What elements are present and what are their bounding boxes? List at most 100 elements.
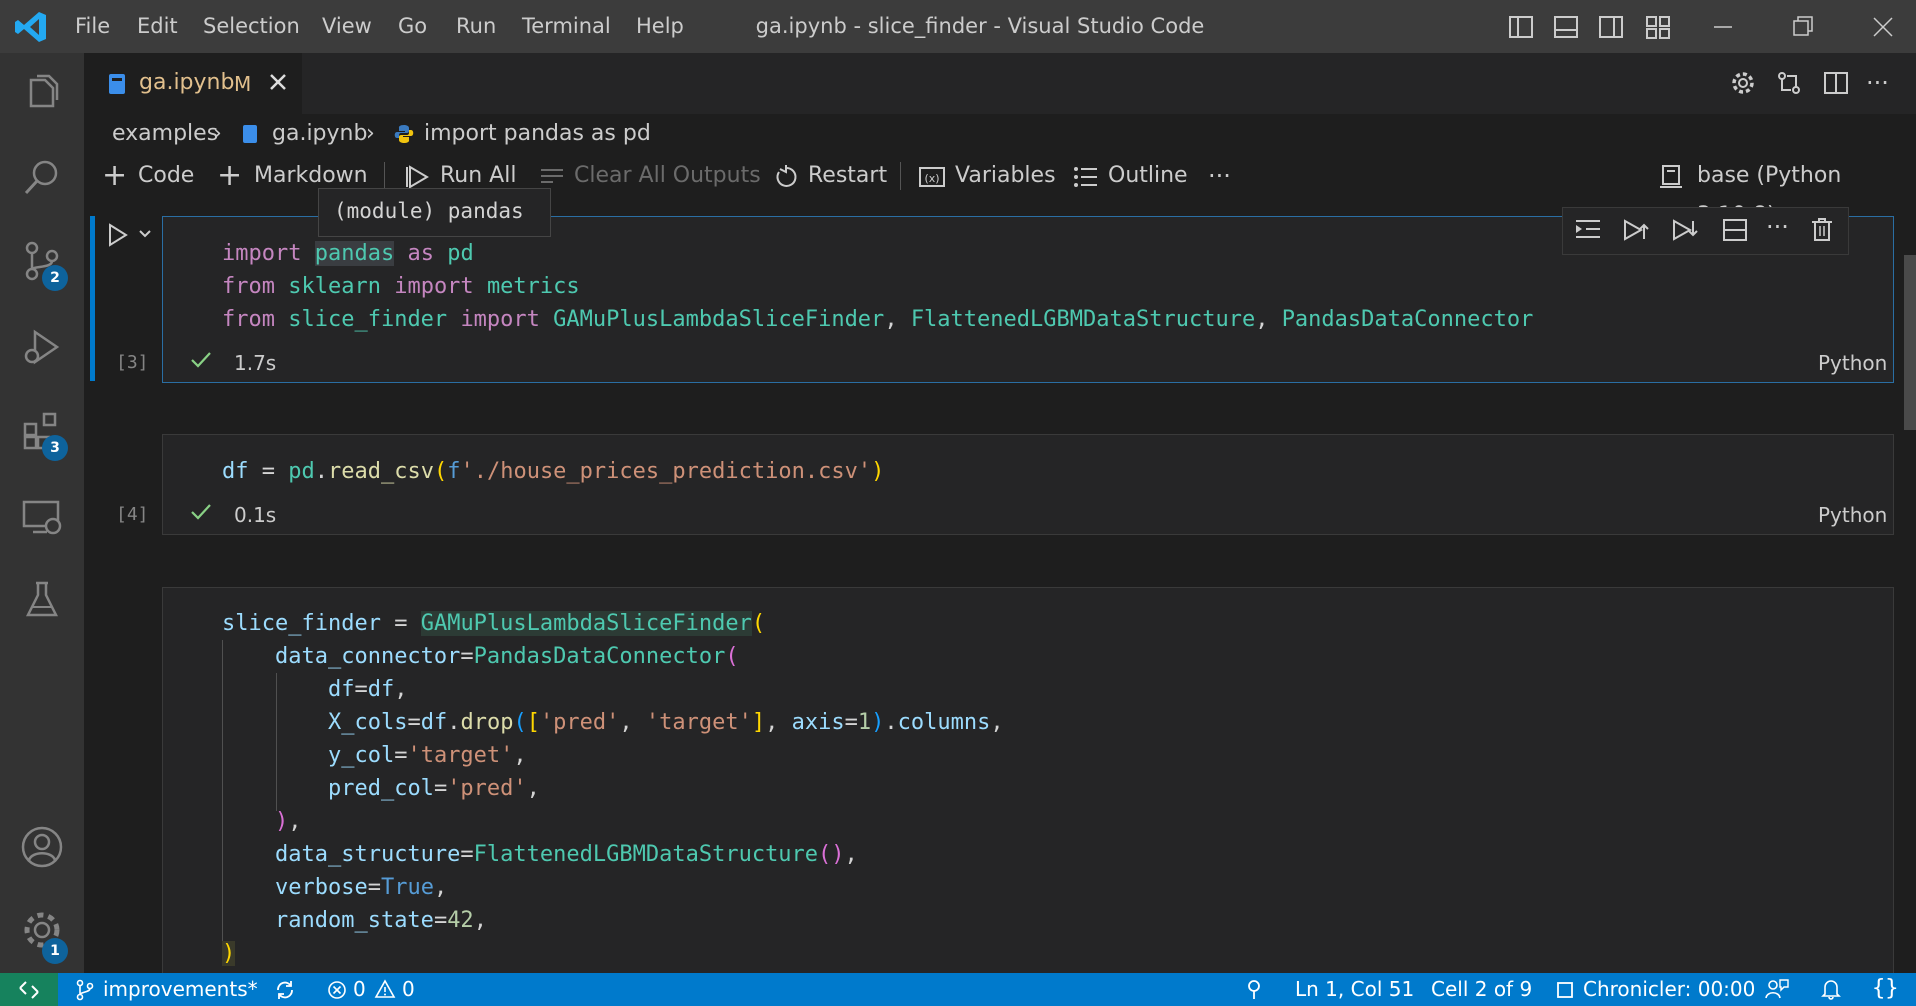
editor-more-actions-icon[interactable]: ··· <box>1866 70 1889 96</box>
extensions-icon[interactable]: 3 <box>0 391 84 471</box>
run-debug-icon[interactable] <box>0 307 84 387</box>
cursor-position[interactable]: Ln 1, Col 51 <box>1295 973 1414 1006</box>
code-line: df=df, <box>327 677 408 702</box>
menu-help[interactable]: Help <box>636 0 684 53</box>
run-by-line-icon[interactable] <box>1574 217 1602 243</box>
errors-icon[interactable] <box>327 980 347 1000</box>
menu-selection[interactable]: Selection <box>203 0 300 53</box>
restart-button[interactable]: Restart <box>808 156 887 196</box>
success-check-icon <box>190 350 212 370</box>
settings-badge: 1 <box>42 938 68 964</box>
kernel-icon[interactable] <box>1658 164 1684 190</box>
variables-button[interactable]: Variables <box>955 156 1056 196</box>
breadcrumb-symbol[interactable]: import pandas as pd <box>424 116 651 152</box>
run-all-icon[interactable] <box>405 164 431 190</box>
breadcrumb-notebook-icon <box>242 124 258 144</box>
window-title: ga.ipynb - slice_finder - Visual Studio … <box>755 14 1205 38</box>
customize-layout-icon[interactable] <box>1645 14 1671 40</box>
git-branch-icon[interactable] <box>75 979 95 1001</box>
outline-button[interactable]: Outline <box>1108 156 1188 196</box>
code-line: verbose=True, <box>274 875 448 900</box>
kernel-picker[interactable]: base (Python 3.10.8) <box>1697 156 1916 228</box>
cell-toolbar <box>1562 207 1849 255</box>
breadcrumb-file[interactable]: ga.ipynb <box>272 116 367 152</box>
execute-dropdown-chevron-down-icon[interactable] <box>138 228 152 240</box>
menu-go[interactable]: Go <box>398 0 427 53</box>
toggle-secondary-sidebar-icon[interactable] <box>1598 14 1624 40</box>
cell-language[interactable]: Python <box>1818 503 1887 527</box>
delete-cell-trash-icon[interactable] <box>1810 217 1834 243</box>
python-icon <box>394 124 414 144</box>
menu-edit[interactable]: Edit <box>137 0 178 53</box>
notifications-bell-icon[interactable] <box>1821 978 1841 1000</box>
remote-explorer-icon[interactable] <box>0 477 84 557</box>
toggle-primary-sidebar-icon[interactable] <box>1508 14 1534 40</box>
debug-pin-icon[interactable] <box>1244 978 1264 1000</box>
search-icon[interactable] <box>0 137 84 217</box>
outline-icon[interactable] <box>1073 166 1099 188</box>
code-line: ), <box>274 809 302 834</box>
toolbar-more-button[interactable]: ··· <box>1208 156 1231 196</box>
warnings-count[interactable]: 0 <box>402 973 415 1006</box>
chronicler-status[interactable]: Chronicler: 00:00 <box>1583 973 1755 1006</box>
code-line: pred_col='pred', <box>327 776 540 801</box>
hover-tooltip-text: (module) pandas <box>334 199 524 223</box>
manage-gear-icon[interactable]: 1 <box>0 890 84 970</box>
add-code-plus-icon[interactable]: + <box>102 156 127 196</box>
restart-icon[interactable] <box>773 164 799 190</box>
notebook-file-icon <box>108 73 126 95</box>
code-line: df = pd.read_csv(f'./house_prices_predic… <box>222 459 885 484</box>
tab-close-icon[interactable] <box>268 72 288 92</box>
toggle-panel-icon[interactable] <box>1553 14 1579 40</box>
source-control-badge: 2 <box>42 265 68 291</box>
execution-duration: 1.7s <box>234 351 277 375</box>
menu-view[interactable]: View <box>322 0 372 53</box>
toolbar-separator <box>384 162 385 190</box>
cell-more-actions-icon[interactable]: ··· <box>1766 214 1789 240</box>
menu-run[interactable]: Run <box>456 0 496 53</box>
accounts-icon[interactable] <box>0 807 84 887</box>
scrollbar-thumb[interactable] <box>1904 255 1916 430</box>
code-line: data_connector=PandasDataConnector( <box>274 644 739 669</box>
add-code-button[interactable]: Code <box>138 156 194 196</box>
explorer-icon[interactable] <box>0 53 84 133</box>
minimize-icon[interactable] <box>1710 14 1736 40</box>
remote-icon[interactable] <box>18 980 40 1000</box>
code-line: slice_finder = GAMuPlusLambdaSliceFinder… <box>222 611 766 636</box>
cell-language[interactable]: Python <box>1818 351 1887 375</box>
add-markdown-plus-icon[interactable]: + <box>217 156 242 196</box>
close-window-icon[interactable] <box>1870 14 1896 40</box>
feedback-icon[interactable] <box>1765 978 1789 1000</box>
extensions-badge: 3 <box>42 435 68 461</box>
git-branch[interactable]: improvements* <box>103 973 258 1006</box>
split-editor-icon[interactable] <box>1823 70 1849 96</box>
breadcrumb-examples[interactable]: examples <box>112 116 218 152</box>
breadcrumb-chevron-icon: › <box>213 121 222 146</box>
menu-file[interactable]: File <box>75 0 110 53</box>
code-line: import pandas as pd <box>222 241 474 266</box>
chronicler-stop-icon[interactable] <box>1556 981 1574 999</box>
testing-icon[interactable] <box>0 560 84 640</box>
compare-changes-icon[interactable] <box>1776 70 1802 96</box>
errors-count[interactable]: 0 <box>353 973 366 1006</box>
code-line: y_col='target', <box>327 743 527 768</box>
clear-all-outputs-button[interactable]: Clear All Outputs <box>574 156 761 196</box>
sync-icon[interactable] <box>274 979 296 1001</box>
warnings-icon[interactable] <box>374 979 396 999</box>
variables-icon[interactable]: (x) <box>918 164 946 190</box>
json-braces-icon[interactable]: {} <box>1872 976 1899 1002</box>
clear-outputs-icon[interactable] <box>539 166 565 188</box>
focus-indicator <box>90 216 95 381</box>
cell-position[interactable]: Cell 2 of 9 <box>1431 973 1532 1006</box>
notebook-settings-gear-icon[interactable] <box>1730 70 1756 96</box>
execute-above-icon[interactable] <box>1622 217 1650 243</box>
execute-cell-icon[interactable] <box>106 222 130 248</box>
split-cell-icon[interactable] <box>1721 217 1749 243</box>
execute-below-icon[interactable] <box>1671 217 1699 243</box>
restore-icon[interactable] <box>1790 14 1816 40</box>
menu-terminal[interactable]: Terminal <box>522 0 611 53</box>
source-control-icon[interactable]: 2 <box>0 221 84 301</box>
tab-bar <box>84 53 1916 114</box>
success-check-icon <box>190 502 212 522</box>
code-line: data_structure=FlattenedLGBMDataStructur… <box>274 842 858 867</box>
